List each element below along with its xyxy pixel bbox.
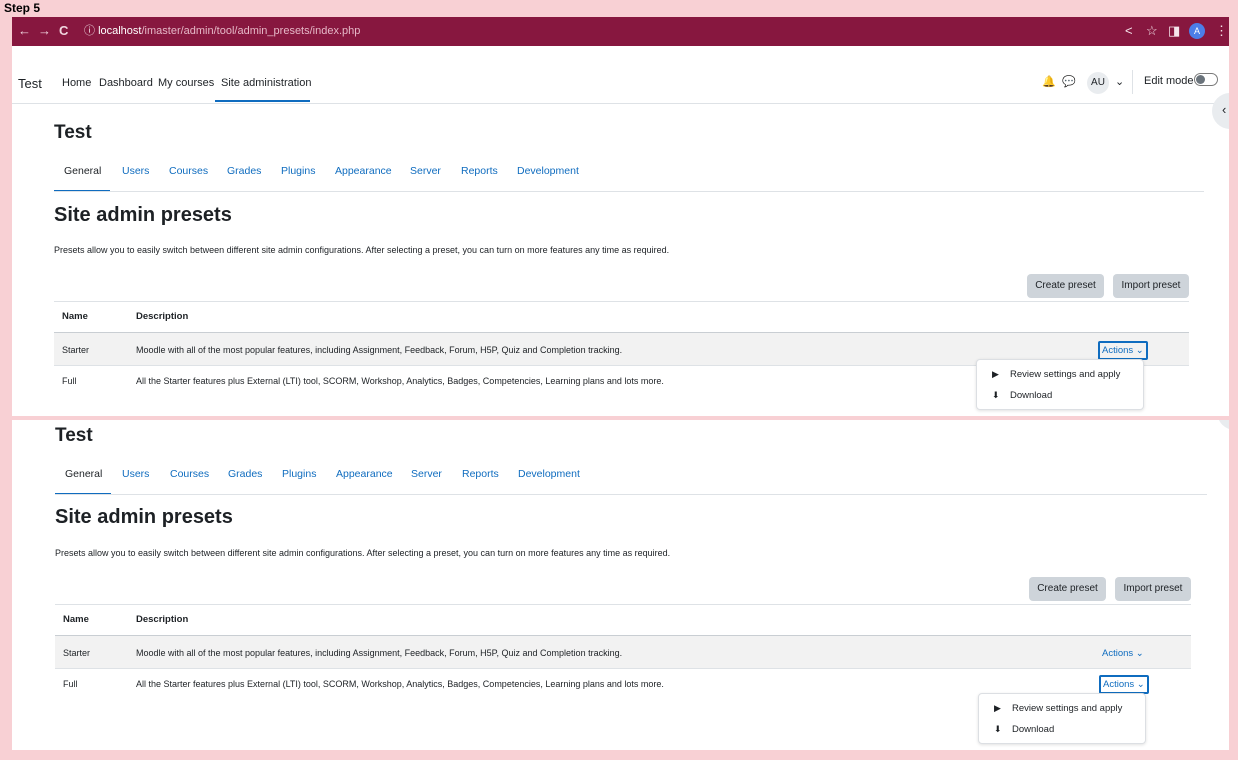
menu-item-label: Download [1012,724,1055,735]
menu-item-label: Review settings and apply [1010,369,1121,380]
tab-divider [54,191,1204,192]
tab-plugins[interactable]: Plugins [281,165,315,177]
preset-description: All the Starter features plus External (… [136,679,664,689]
edit-mode-toggle[interactable] [1194,73,1218,86]
forward-icon[interactable]: → [38,24,51,38]
actions-dropdown-menu: ▶ Review settings and apply ⬇ Download [976,359,1144,410]
menu-item-download[interactable]: ⬇ Download [992,390,1052,401]
chevron-left-icon: ‹ [1222,102,1227,117]
star-icon[interactable]: ☆ [1146,23,1158,39]
reload-icon[interactable]: C [59,24,68,38]
intro-text: Presets allow you to easily switch betwe… [55,548,671,558]
intro-text: Presets allow you to easily switch betwe… [54,245,670,255]
tab-users[interactable]: Users [122,165,149,177]
column-header-description: Description [136,614,189,625]
download-icon: ⬇ [992,390,1000,400]
tab-courses[interactable]: Courses [169,165,208,177]
menu-icon[interactable]: ⋮ [1215,23,1228,39]
tab-reports[interactable]: Reports [462,468,499,480]
nav-my-courses[interactable]: My courses [158,77,214,89]
import-preset-button[interactable]: Import preset [1115,577,1191,601]
moodle-navbar: Test Home Dashboard My courses Site admi… [12,46,1229,104]
menu-item-label: Review settings and apply [1012,703,1123,714]
sidepanel-icon[interactable]: ◨ [1168,23,1180,39]
tab-reports[interactable]: Reports [461,165,498,177]
tab-appearance[interactable]: Appearance [336,468,393,480]
actions-dropdown-menu: ▶ Review settings and apply ⬇ Download [978,693,1146,744]
preset-name: Starter [63,648,91,658]
url-path: /imaster/admin/tool/admin_presets/index.… [141,25,361,37]
tab-development[interactable]: Development [518,468,580,480]
section-heading: Site admin presets [55,506,233,528]
avatar[interactable]: AU [1087,72,1109,94]
nav-dashboard[interactable]: Dashboard [99,77,153,89]
bell-icon[interactable]: 🔔 [1042,75,1056,88]
preset-name: Full [62,376,77,386]
menu-item-review[interactable]: ▶ Review settings and apply [994,703,1122,714]
browser-toolbar: ← → C ⓘ localhost/imaster/admin/tool/adm… [12,17,1229,46]
back-icon[interactable]: ← [18,24,31,38]
table-top-border [55,604,1191,605]
edit-mode-label: Edit mode [1144,75,1194,87]
create-preset-button[interactable]: Create preset [1027,274,1104,298]
row-divider [55,668,1191,669]
actions-menu-button[interactable]: Actions ⌄ [1100,646,1146,661]
tab-development[interactable]: Development [517,165,579,177]
chevron-down-icon[interactable]: ⌄ [1115,75,1124,88]
tab-server[interactable]: Server [410,165,441,177]
secondary-navigation: General Users Courses Grades Plugins App… [12,468,1229,498]
menu-item-review[interactable]: ▶ Review settings and apply [992,369,1120,380]
column-header-name: Name [62,311,88,322]
tab-grades[interactable]: Grades [228,468,262,480]
profile-icon[interactable]: A [1189,23,1205,39]
url-host: localhost [98,25,142,37]
download-icon: ⬇ [994,724,1002,734]
tab-courses[interactable]: Courses [170,468,209,480]
divider [1132,70,1133,94]
drawer-toggle-button[interactable] [1217,420,1229,430]
column-header-name: Name [63,614,89,625]
actions-menu-button[interactable]: Actions ⌄ [1098,341,1148,360]
table-top-border [54,301,1189,302]
tab-grades[interactable]: Grades [227,165,261,177]
nav-site-administration[interactable]: Site administration [221,77,312,89]
actions-menu-button[interactable]: Actions ⌄ [1099,675,1149,694]
tab-plugins[interactable]: Plugins [282,468,316,480]
menu-item-download[interactable]: ⬇ Download [994,724,1054,735]
screenshot-panel-2: Test General Users Courses Grades Plugin… [12,420,1229,750]
column-header-description: Description [136,311,189,322]
play-icon: ▶ [994,703,1001,713]
step-label: Step 5 [4,1,41,15]
page-title: Test [54,122,92,143]
nav-active-indicator [215,100,310,102]
preset-description: Moodle with all of the most popular feat… [136,345,623,355]
screenshot-panel-1: ← → C ⓘ localhost/imaster/admin/tool/adm… [12,17,1229,416]
secondary-navigation: General Users Courses Grades Plugins App… [12,165,1229,195]
tab-appearance[interactable]: Appearance [335,165,392,177]
create-preset-button[interactable]: Create preset [1029,577,1106,601]
tab-general[interactable]: General [64,165,101,177]
preset-description: All the Starter features plus External (… [136,376,664,386]
nav-home[interactable]: Home [62,77,91,89]
share-icon[interactable]: < [1125,23,1133,39]
page-title: Test [55,425,93,446]
tab-users[interactable]: Users [122,468,149,480]
section-heading: Site admin presets [54,204,232,226]
site-brand[interactable]: Test [18,76,42,91]
chat-icon[interactable]: 💬 [1062,75,1076,88]
menu-item-label: Download [1010,390,1053,401]
import-preset-button[interactable]: Import preset [1113,274,1189,298]
play-icon: ▶ [992,369,999,379]
preset-description: Moodle with all of the most popular feat… [136,648,623,658]
preset-name: Starter [62,345,90,355]
preset-name: Full [63,679,78,689]
tab-server[interactable]: Server [411,468,442,480]
info-icon[interactable]: ⓘ [84,25,95,37]
tab-divider [55,494,1207,495]
tab-general[interactable]: General [65,468,102,480]
address-bar[interactable]: ⓘ localhost/imaster/admin/tool/admin_pre… [84,22,1114,41]
